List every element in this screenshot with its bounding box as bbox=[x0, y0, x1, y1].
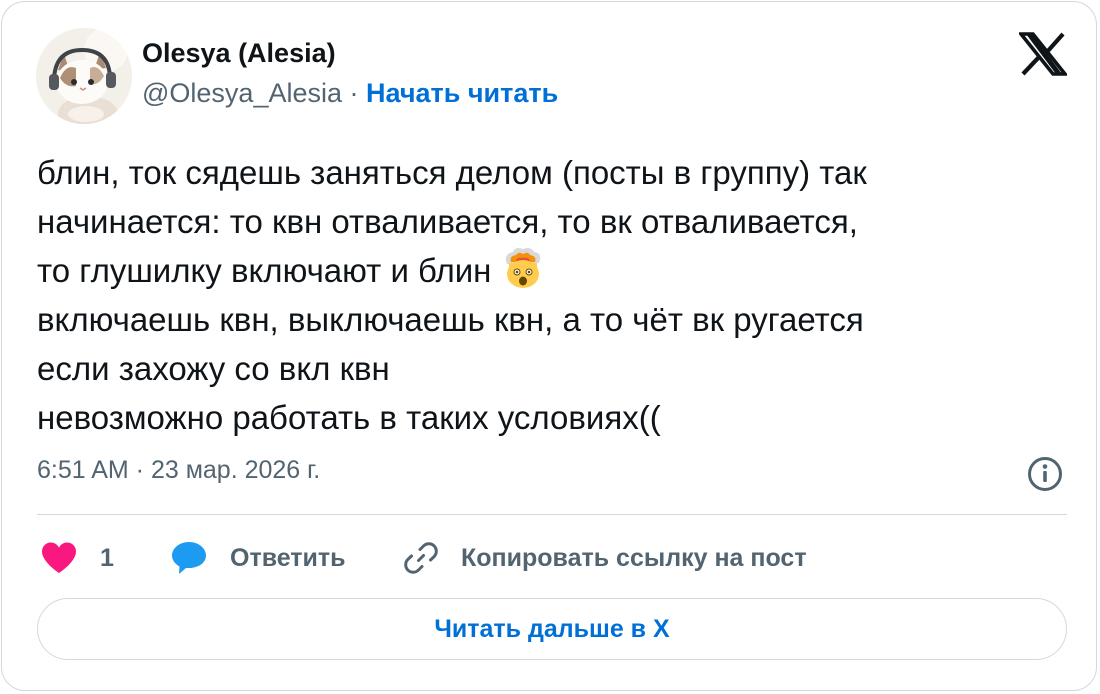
divider bbox=[37, 514, 1067, 515]
like-button[interactable]: 1 bbox=[40, 535, 114, 581]
post-timestamp[interactable]: 6:51 AM · 23 мар. 2026 г. bbox=[37, 456, 320, 485]
x-logo-icon[interactable] bbox=[1019, 32, 1067, 76]
exploding-head-emoji-icon bbox=[505, 248, 540, 288]
read-more-label: Читать дальше в X bbox=[434, 614, 670, 643]
speech-bubble-icon bbox=[172, 542, 206, 574]
post-text-part: блин, ток сядешь заняться делом (посты в… bbox=[37, 154, 867, 289]
follow-link[interactable]: Начать читать bbox=[366, 78, 558, 108]
read-more-button[interactable]: Читать дальше в X bbox=[37, 598, 1067, 660]
embedded-post-card: Olesya (Alesia) @Olesya_Alesia · Начать … bbox=[1, 1, 1097, 691]
avatar[interactable] bbox=[36, 28, 132, 124]
author-handle[interactable]: @Olesya_Alesia bbox=[142, 78, 342, 108]
post-text-continued: включаешь квн, выключаешь квн, а то чёт … bbox=[37, 301, 864, 436]
info-icon[interactable] bbox=[1026, 455, 1064, 493]
like-count: 1 bbox=[100, 543, 114, 572]
reply-label: Ответить bbox=[230, 543, 346, 572]
author-name[interactable]: Olesya (Alesia) bbox=[142, 38, 336, 69]
copy-link-label: Копировать ссылку на пост bbox=[461, 543, 807, 572]
reply-button[interactable]: Ответить bbox=[170, 535, 346, 581]
cat-with-headphones-avatar-icon bbox=[36, 28, 132, 124]
meta-separator: · bbox=[342, 78, 366, 108]
copy-link-button[interactable]: Копировать ссылку на пост bbox=[403, 535, 807, 581]
heart-icon bbox=[42, 542, 76, 573]
post-text: блин, ток сядешь заняться делом (посты в… bbox=[37, 148, 1067, 442]
link-icon bbox=[404, 542, 438, 574]
author-meta-line: @Olesya_Alesia · Начать читать bbox=[142, 78, 558, 109]
